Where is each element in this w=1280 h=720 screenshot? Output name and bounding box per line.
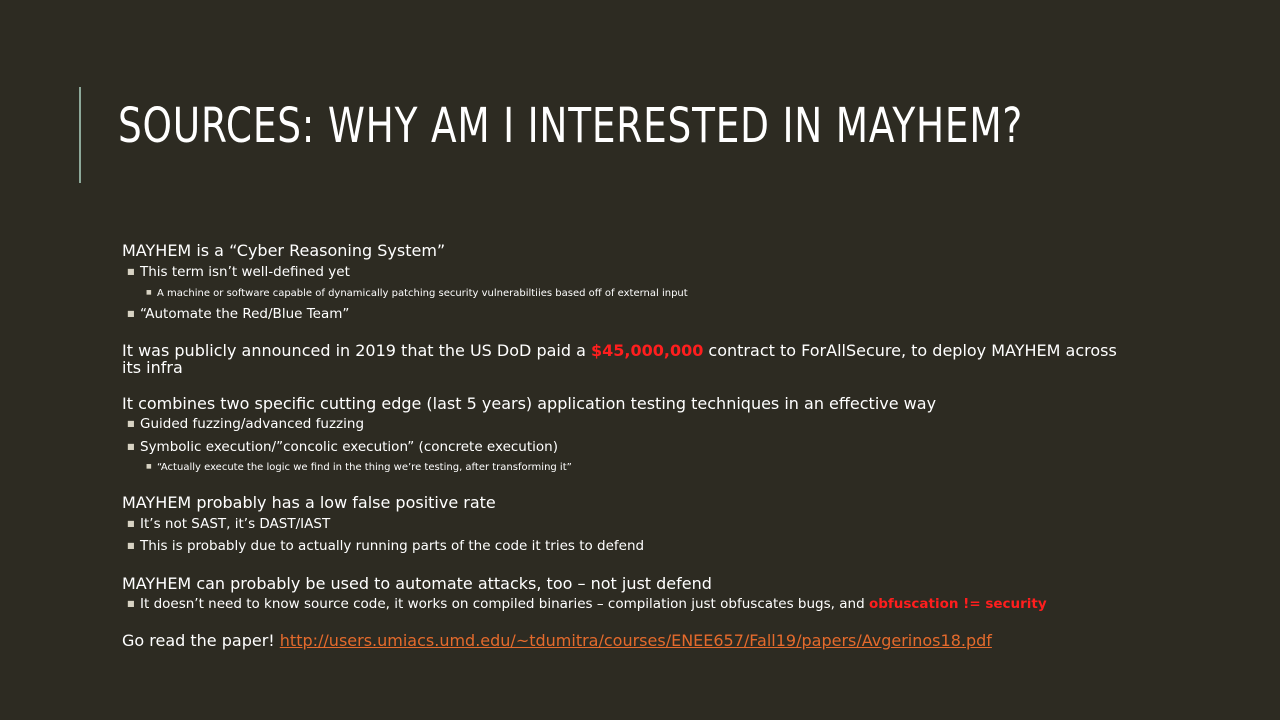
bullet-symbolic-execution: ■ Symbolic execution/”concolic execution”… [127,439,558,455]
subbullet-text: A machine or software capable of dynamic… [157,288,688,299]
bullet-text: Guided fuzzing/advanced fuzzing [140,416,365,432]
bullet-text: It doesn’t need to know source code, it … [140,596,869,612]
square-bullet-icon: ■ [127,541,135,550]
bullet-automate-team: ■ “Automate the Red/Blue Team” [127,306,349,322]
bullet-text: “Automate the Red/Blue Team” [140,306,350,322]
point-false-positive: MAYHEM probably has a low false positive… [122,493,496,512]
point-techniques: It combines two specific cutting edge (l… [122,394,937,413]
square-bullet-icon: ■ [127,519,135,528]
point-dod-contract: It was publicly announced in 2019 that t… [122,342,1122,376]
contract-amount: $45,000,000 [590,341,704,360]
slide-title: SOURCES: WHY AM I INTERESTED IN MAYHEM? [118,98,1024,154]
point-automate-attacks: MAYHEM can probably be used to automate … [122,574,712,593]
point-cyber-reasoning: MAYHEM is a “Cyber Reasoning System” [122,241,446,260]
title-accent-bar [79,87,81,183]
subbullet-actually-execute: ■ “Actually execute the logic we find in … [146,462,572,473]
obfuscation-highlight: obfuscation != security [868,596,1047,612]
bullet-text: It’s not SAST, it’s DAST/IAST [140,516,331,532]
bullet-text: This term isn’t well-defined yet [140,264,350,280]
bullet-text: This is probably due to actually running… [140,538,645,554]
square-bullet-icon: ■ [127,442,135,451]
bullet-text: Symbolic execution/”concolic execution” … [140,439,558,455]
square-bullet-icon: ■ [127,599,135,608]
subbullet-machine-definition: ■ A machine or software capable of dynami… [146,288,688,299]
bullet-term-not-defined: ■ This term isn’t well-defined yet [127,264,350,280]
contract-text-start: It was publicly announced in 2019 that t… [122,341,591,360]
square-bullet-icon: ■ [127,419,135,428]
bullet-not-sast: ■ It’s not SAST, it’s DAST/IAST [127,516,330,532]
read-paper-label: Go read the paper! [122,631,280,650]
square-bullet-icon: ■ [127,267,135,276]
subbullet-text: “Actually execute the logic we find in t… [157,462,572,473]
bullet-running-code: ■ This is probably due to actually runnin… [127,538,644,554]
bullet-guided-fuzzing: ■ Guided fuzzing/advanced fuzzing [127,416,364,432]
square-bullet-icon: ■ [127,309,135,318]
square-bullet-icon: ■ [146,289,152,296]
point-read-paper: Go read the paper! http://users.umiacs.u… [122,632,992,650]
square-bullet-icon: ■ [146,463,152,470]
bullet-compiled-binaries: ■ It doesn’t need to know source code, it… [127,596,1047,612]
paper-link[interactable]: http://users.umiacs.umd.edu/~tdumitra/co… [280,631,992,650]
